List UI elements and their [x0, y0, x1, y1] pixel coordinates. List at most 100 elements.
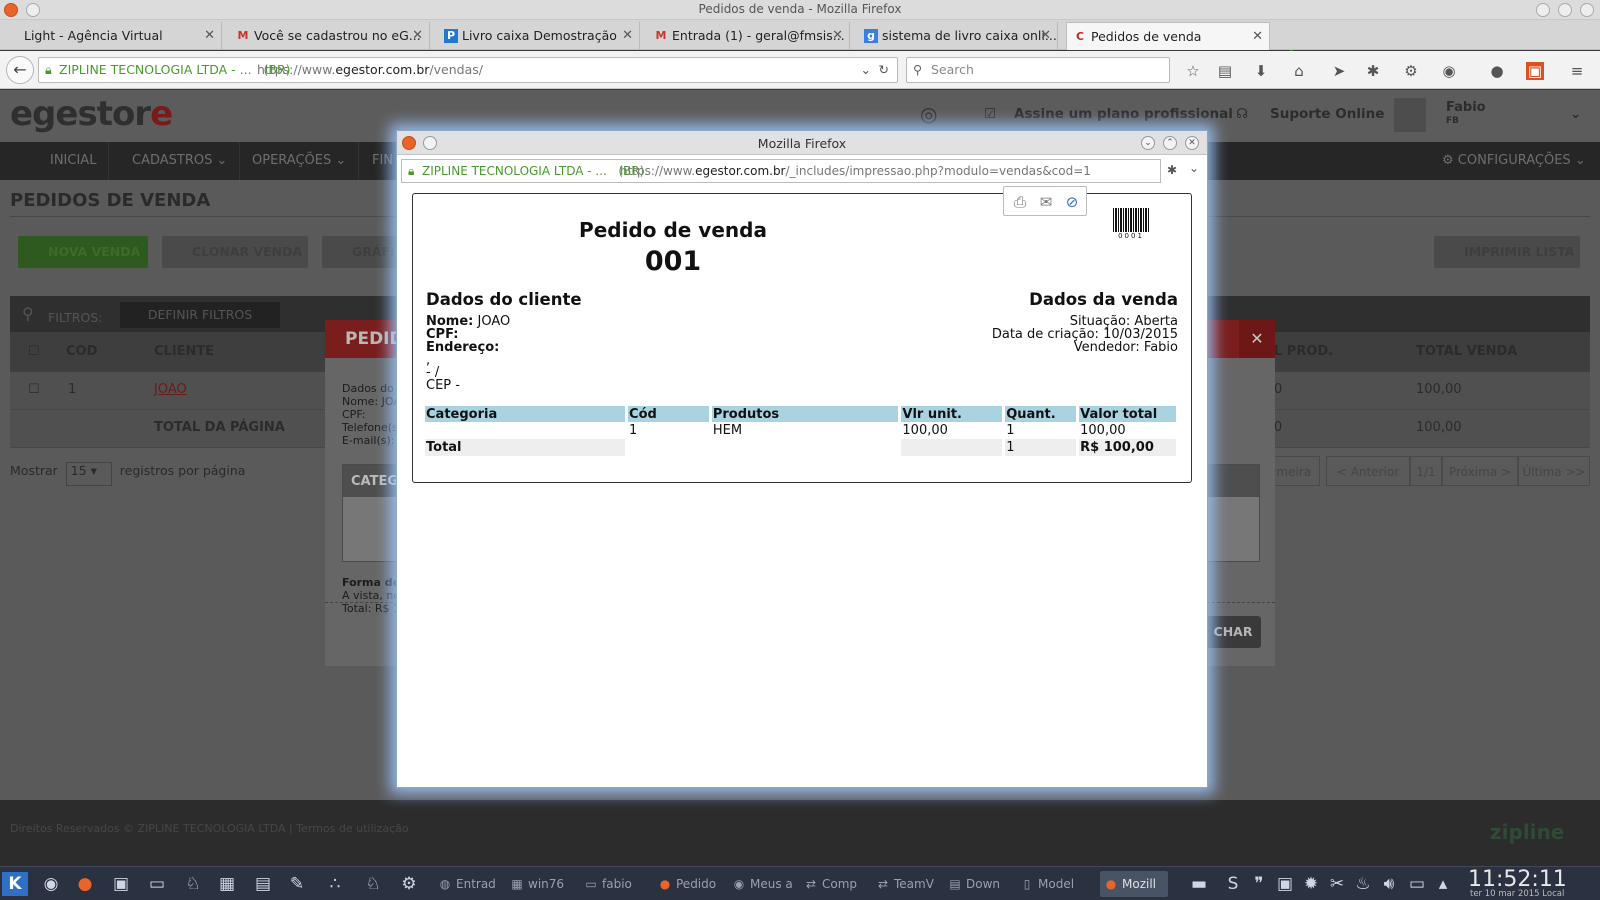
task-downloads[interactable]: ▤ Down — [944, 871, 1010, 897]
tab-gmail-entrada[interactable]: M Entrada (1) - geral@fmsis... ✕ — [648, 22, 850, 50]
define-filters-button[interactable]: DEFINIR FILTROS — [120, 302, 280, 328]
bookmarks-list-icon[interactable]: ▤ — [1216, 62, 1234, 80]
page-size-select[interactable]: 15 ▾ — [65, 462, 112, 486]
support-link[interactable]: Suporte Online — [1270, 106, 1384, 122]
task-mozilla[interactable]: ● Mozill — [1100, 871, 1168, 897]
terminal-icon[interactable]: ▭ — [144, 872, 170, 896]
nova-venda-button[interactable]: NOVA VENDA — [18, 236, 148, 268]
column-total-venda[interactable]: TOTAL VENDA — [1416, 344, 1517, 359]
volume-icon[interactable]: 🔊︎ — [1376, 872, 1402, 896]
email-icon[interactable]: ✉ — [1036, 192, 1056, 212]
close-tab-icon[interactable]: ✕ — [412, 22, 423, 50]
column-cliente[interactable]: CLIENTE — [154, 344, 214, 359]
select-all-checkbox[interactable]: ☐ — [28, 344, 40, 359]
extension-icon[interactable]: ▣ — [1526, 62, 1544, 80]
task-model[interactable]: ▯ Model — [1016, 871, 1082, 897]
dots-icon[interactable]: ∴ — [322, 872, 348, 896]
close-tab-icon[interactable]: ✕ — [1252, 23, 1263, 50]
chevron-up-icon[interactable]: ▴ — [1430, 872, 1456, 896]
messenger-icon[interactable]: ❞ — [1246, 872, 1272, 896]
scissors-icon[interactable]: ✂ — [1324, 872, 1350, 896]
tab-livro-caixa[interactable]: P Livro caixa Demostração ✕ — [438, 22, 640, 50]
lock-icon[interactable]: 🔒︎ — [45, 58, 52, 82]
tab-light[interactable]: Light - Agência Virtual ✕ — [0, 22, 222, 50]
task-entrada[interactable]: ◍ Entrad — [434, 871, 498, 897]
search-input[interactable]: ⚲ Search — [906, 57, 1170, 83]
close-tab-icon[interactable]: ✕ — [622, 22, 633, 50]
download-icon[interactable]: ⬇ — [1252, 62, 1270, 80]
checkbox-icon[interactable]: ☑ — [984, 106, 996, 122]
row-checkbox[interactable]: ☐ — [28, 382, 40, 397]
print-icon[interactable]: ⎙ — [1010, 192, 1030, 212]
menu-operacoes[interactable]: OPERAÇÕES ⌄ — [240, 142, 360, 180]
calculator-icon[interactable]: ▦ — [214, 872, 240, 896]
maximize-button[interactable] — [1558, 3, 1572, 17]
task-pedido[interactable]: ● Pedido — [654, 871, 720, 897]
addon-icon[interactable]: ✱ — [1167, 163, 1177, 177]
pager-prev[interactable]: < Anterior — [1326, 456, 1410, 486]
addon-icon[interactable]: ✱ — [1364, 62, 1382, 80]
clonar-venda-button[interactable]: CLONAR VENDA — [162, 236, 308, 268]
popup-address-bar[interactable]: 🔒︎ ZIPLINE TECNOLOGIA LTDA - ... (BR) ht… — [401, 159, 1161, 183]
help-icon[interactable]: ◎ — [920, 102, 937, 126]
chrome-icon[interactable]: ◉ — [38, 872, 64, 896]
close-tab-icon[interactable]: ✕ — [1040, 22, 1051, 50]
address-bar[interactable]: 🔒︎ ZIPLINE TECNOLOGIA LTDA - ... (BR) ht… — [38, 57, 898, 83]
close-window-button[interactable] — [1580, 3, 1594, 17]
postgres-icon[interactable]: ♘ — [360, 872, 386, 896]
virtualbox-icon[interactable]: ▣ — [108, 872, 134, 896]
settings-icon[interactable]: ⚙ — [396, 872, 422, 896]
display-icon[interactable]: ▭ — [1404, 872, 1430, 896]
plan-link[interactable]: Assine um plano profissional — [1014, 106, 1233, 122]
back-button[interactable]: ← — [6, 56, 34, 84]
chevron-down-icon[interactable]: ⌄ — [1189, 161, 1199, 175]
task-fabio[interactable]: ▭ fabio — [580, 871, 646, 897]
tab-google-search[interactable]: g sistema de livro caixa onli... ✕ — [858, 22, 1058, 50]
close-tab-icon[interactable]: ✕ — [832, 22, 843, 50]
chevron-down-icon[interactable]: ⌄ — [1570, 106, 1581, 122]
avatar[interactable] — [1394, 98, 1426, 132]
row-cliente-link[interactable]: JOAO — [154, 382, 187, 397]
ghostery-icon[interactable]: ◉ — [1440, 62, 1458, 80]
pager-next[interactable]: Próxima > — [1442, 456, 1518, 486]
menu-inicial[interactable]: INICIAL — [16, 142, 110, 180]
imprimir-lista-button[interactable]: IMPRIMIR LISTA — [1434, 236, 1580, 268]
home-icon[interactable]: ⌂ — [1290, 62, 1308, 80]
send-icon[interactable]: ➤ — [1330, 62, 1348, 80]
file-icon[interactable]: ▤ — [250, 872, 276, 896]
chat-icon[interactable]: ● — [1488, 62, 1506, 80]
firefox-icon[interactable]: ● — [72, 872, 98, 896]
skype-icon[interactable]: S — [1220, 872, 1246, 896]
maximize-button[interactable]: ⌃ — [1163, 136, 1177, 150]
sun-icon[interactable]: ✹ — [1298, 872, 1324, 896]
network-icon[interactable]: ▣ — [1272, 872, 1298, 896]
task-win76[interactable]: ▦ win76 — [506, 871, 572, 897]
tab-egestor-cadastro[interactable]: M Você se cadastrou no eG... ✕ — [230, 22, 430, 50]
reload-icon[interactable]: ↻ — [879, 58, 889, 82]
graficos-button[interactable]: GRÁFI — [322, 236, 402, 268]
lock-icon[interactable]: 🔒︎ — [408, 160, 414, 182]
tab-pedidos-de-venda[interactable]: C Pedidos de venda ✕ — [1066, 22, 1270, 50]
task-teamviewer[interactable]: ⇄ TeamV — [872, 871, 938, 897]
lightbulb-icon[interactable]: ♨ — [1350, 872, 1376, 896]
desktop-icon[interactable]: ▬ — [1186, 872, 1212, 896]
minimize-button[interactable] — [1536, 3, 1550, 17]
bookmark-star-icon[interactable]: ☆ — [1184, 62, 1202, 80]
task-comp[interactable]: ⇄ Comp — [800, 871, 866, 897]
pager-last[interactable]: Última >> — [1518, 456, 1590, 486]
menu-configuracoes[interactable]: ⚙ CONFIGURAÇÕES ⌄ — [1430, 142, 1598, 180]
kde-menu-icon[interactable]: K — [2, 872, 28, 896]
postgres-icon[interactable]: ♘ — [180, 872, 206, 896]
close-popup-button[interactable]: ✕ — [1185, 136, 1199, 150]
sync-icon[interactable]: ⚙ — [1402, 62, 1420, 80]
task-meus[interactable]: ◉ Meus a — [728, 871, 794, 897]
column-total-prod[interactable]: L PROD. — [1274, 344, 1333, 359]
menu-cadastros[interactable]: CADASTROS ⌄ — [120, 142, 241, 180]
column-cod[interactable]: COD — [66, 344, 97, 359]
close-icon[interactable]: ✕ — [1239, 320, 1275, 358]
minimize-button[interactable]: ⌄ — [1141, 136, 1155, 150]
fechar-button[interactable]: CHAR — [1205, 616, 1261, 648]
egestor-logo[interactable]: egestore — [10, 94, 173, 134]
close-tab-icon[interactable]: ✕ — [204, 22, 215, 50]
menu-icon[interactable]: ≡ — [1568, 62, 1586, 80]
